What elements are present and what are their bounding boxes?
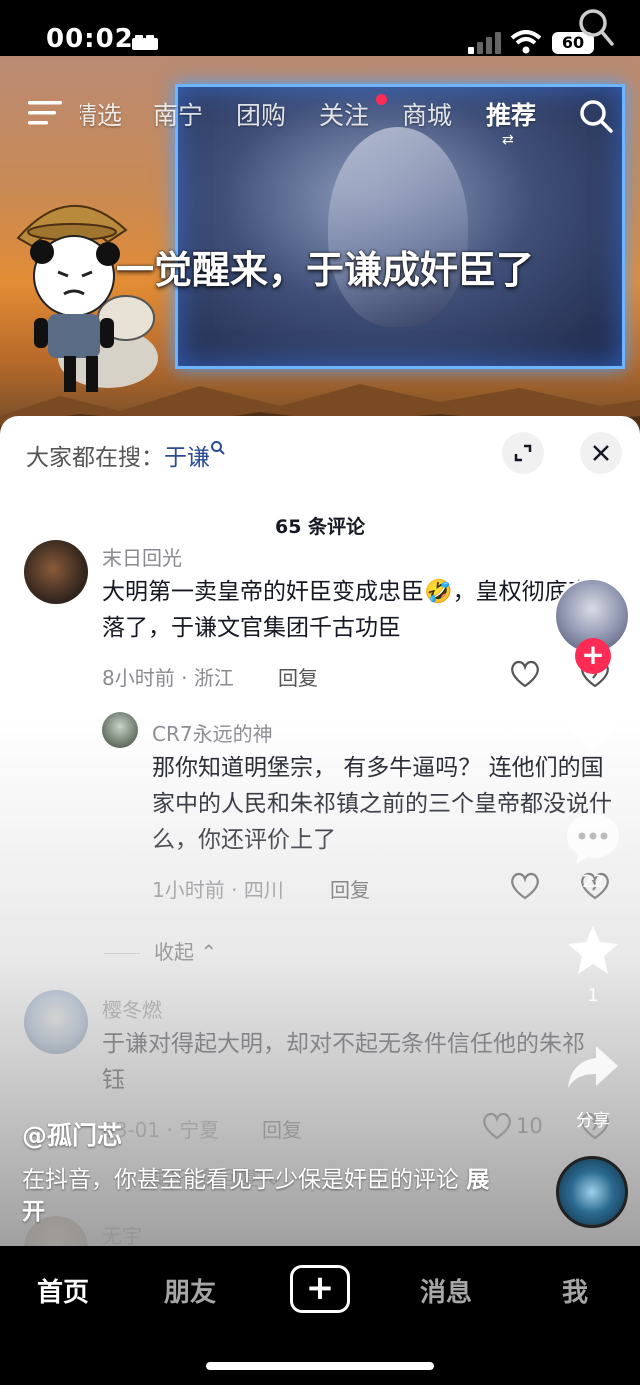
music-disc[interactable] — [556, 1156, 628, 1228]
search-overlay-icon[interactable] — [576, 6, 616, 48]
comment-location: 浙江 — [193, 666, 234, 690]
video-character-image — [328, 127, 468, 327]
tab-mall[interactable]: 商城 — [402, 96, 452, 132]
like-icon[interactable] — [510, 660, 540, 688]
like-icon[interactable] — [482, 1112, 512, 1140]
comment-time: 1小时前 — [152, 878, 225, 902]
caption-text: 在抖音，你甚至能看见于少保是奸臣的评论 — [22, 1167, 459, 1193]
comment-text[interactable]: 于谦对得起大明，却对不起无条件信任他的朱祁钰 — [102, 1026, 598, 1098]
search-suggestion-prefix: 大家都在搜： — [26, 445, 164, 471]
reply-button[interactable]: 回复 — [278, 662, 318, 691]
status-time: 00:02 — [46, 24, 134, 54]
collapse-label: 收起 — [154, 940, 194, 964]
notification-dot — [376, 94, 387, 105]
avatar[interactable] — [102, 712, 138, 748]
expand-icon — [514, 444, 532, 462]
comment-icon[interactable] — [564, 810, 622, 866]
comment-location: 宁夏 — [179, 1118, 220, 1142]
search-small-icon — [211, 441, 225, 455]
comment-meta: 8小时前 · 浙江 — [102, 666, 234, 690]
tab-group-buy[interactable]: 团购 — [236, 96, 286, 132]
comment-username[interactable]: 樱冬燃 — [102, 994, 162, 1023]
close-button[interactable] — [580, 432, 622, 474]
signal-icon — [468, 32, 501, 54]
reply-button[interactable]: 回复 — [330, 874, 370, 903]
comment-count: 65 条评论 — [274, 516, 366, 538]
home-indicator — [206, 1362, 434, 1370]
search-icon[interactable] — [578, 98, 614, 134]
search-suggestion[interactable]: 大家都在搜：于谦 — [26, 438, 226, 472]
search-suggestion-keyword[interactable]: 于谦 — [164, 445, 210, 471]
follow-button[interactable]: + — [575, 638, 611, 674]
tab-following[interactable]: 关注 — [319, 96, 369, 132]
tab-home[interactable]: 首页 — [37, 1272, 89, 1309]
close-icon — [593, 445, 609, 461]
comment-text[interactable]: 那你知道明堡宗， 有多牛逼吗？ 连他们的国家中的人民和朱祁镇之前的三个皇帝都没说… — [152, 750, 616, 858]
create-button[interactable]: + — [290, 1265, 350, 1313]
menu-icon[interactable] — [28, 100, 62, 126]
avatar[interactable] — [24, 990, 88, 1054]
top-nav: 精选 南宁 团购 关注 商城 推荐 ⇄ — [0, 90, 640, 148]
comment-text[interactable]: 大明第一卖皇帝的奸臣变成忠臣🤣，皇权彻底旁落了，于谦文官集团千古功臣 — [102, 574, 612, 646]
comment-time: 8小时前 — [102, 666, 175, 690]
favorite-count-label: 1 — [587, 986, 599, 1006]
share-label: 分享 — [576, 1111, 610, 1131]
divider — [104, 953, 140, 954]
like-icon[interactable] — [510, 872, 540, 900]
comment-count-label: 22 — [582, 872, 604, 892]
tab-me[interactable]: 我 — [562, 1272, 588, 1309]
chevron-up-icon: ⌃ — [200, 940, 218, 964]
video-author[interactable]: @孤门芯 — [22, 1116, 122, 1152]
comment-username[interactable]: 末日回光 — [102, 542, 182, 571]
like-count: 10 — [516, 1114, 543, 1138]
status-bar: 00:02 60 — [0, 0, 640, 56]
video-caption[interactable]: 在抖音，你甚至能看见于少保是奸臣的评论 展开 — [22, 1164, 492, 1228]
tab-recommend[interactable]: 推荐 — [486, 96, 536, 132]
switch-icon[interactable]: ⇄ — [502, 132, 514, 148]
like-video-icon[interactable] — [564, 698, 622, 752]
favorite-icon[interactable] — [566, 924, 620, 976]
avatar[interactable] — [24, 540, 88, 604]
wifi-icon — [510, 30, 542, 54]
collapse-replies-button[interactable]: 收起 ⌃ — [104, 936, 217, 965]
tab-nanning[interactable]: 南宁 — [153, 96, 203, 132]
tab-messages[interactable]: 消息 — [420, 1272, 472, 1309]
share-icon[interactable] — [566, 1044, 620, 1090]
sleep-mode-icon — [132, 35, 158, 50]
comment-username[interactable]: CR7永远的神 — [152, 718, 273, 747]
comment-location: 四川 — [243, 878, 284, 902]
expand-button[interactable] — [502, 432, 544, 474]
reply-button[interactable]: 回复 — [262, 1114, 302, 1143]
video-overlay-title: 一觉醒来，于谦成奸臣了 — [116, 248, 535, 292]
tab-featured[interactable]: 精选 — [80, 96, 122, 132]
tab-friends[interactable]: 朋友 — [164, 1272, 216, 1309]
comment-meta: 1小时前 · 四川 — [152, 878, 284, 902]
